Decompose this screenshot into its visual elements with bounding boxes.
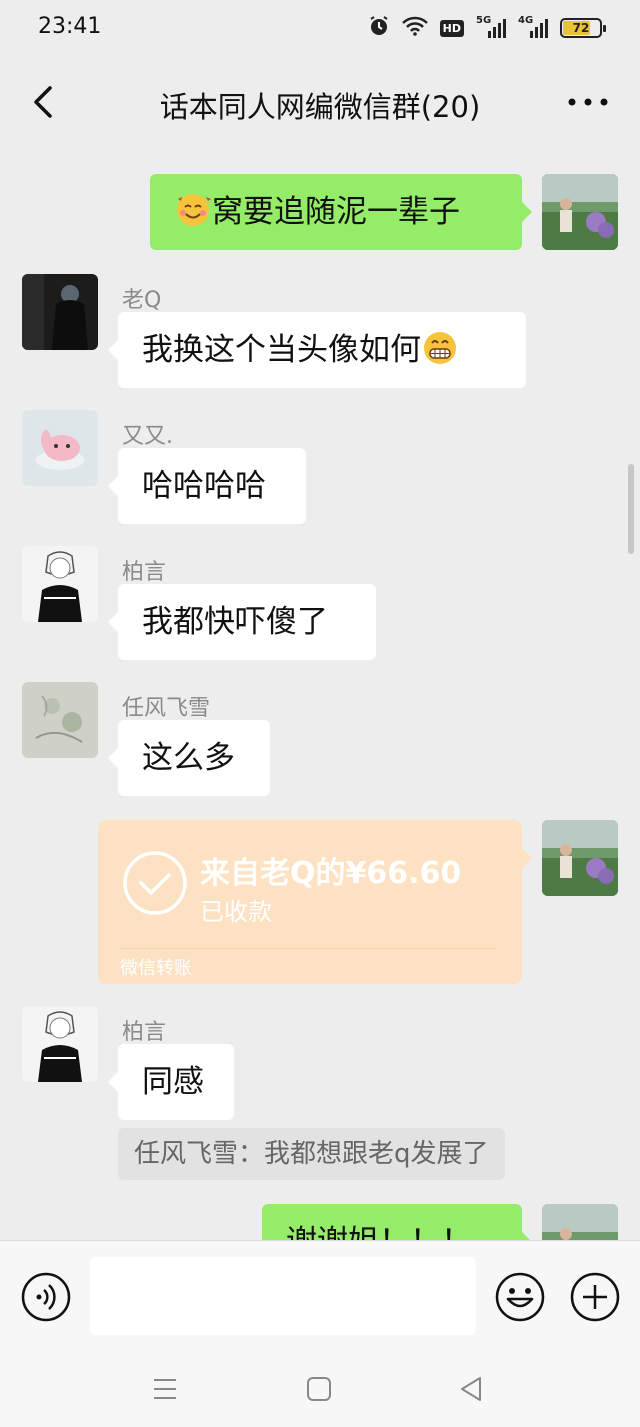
status-bar: 23:41 HD 5G 4G 72 (0, 0, 640, 56)
message-bubble-incoming[interactable]: 这么多 (108, 720, 270, 796)
quoted-message[interactable]: 任风飞雪：我都想跟老q发展了 (118, 1128, 505, 1180)
status-time: 23:41 (38, 14, 102, 39)
emoji-icon[interactable] (494, 1271, 546, 1323)
wifi-icon (401, 16, 428, 40)
alarm-icon (368, 15, 390, 41)
message-bubble-incoming[interactable]: 哈哈哈哈 (108, 448, 306, 524)
more-dots-icon[interactable] (566, 90, 610, 114)
message-text: 谢谢姐！！！ (286, 1224, 472, 1240)
message-bubble-incoming[interactable]: 我换这个当头像如何 (108, 312, 526, 388)
sender-name: 柏言 (122, 560, 167, 585)
hd-icon: HD (439, 19, 464, 37)
grinning-face-icon (421, 319, 459, 364)
voice-icon[interactable] (20, 1271, 72, 1323)
chat-header: 话本同人网编微信群(20) (0, 56, 640, 148)
battery-level: 72 (572, 21, 590, 35)
message-bubble-outgoing[interactable]: 谢谢姐！！！ (262, 1204, 532, 1240)
avatar[interactable] (542, 174, 618, 250)
message-bubble-incoming[interactable]: 我都快吓傻了 (108, 584, 376, 660)
home-icon[interactable] (304, 1374, 334, 1404)
transfer-amount: 来自老Q的¥66.60 (200, 856, 462, 891)
scrollbar[interactable] (628, 464, 634, 554)
input-bar (0, 1240, 640, 1352)
sender-name: 柏言 (122, 1020, 167, 1045)
back-triangle-icon[interactable] (456, 1374, 486, 1404)
avatar[interactable] (542, 1204, 618, 1240)
sender-name: 任风飞雪 (122, 696, 211, 721)
signal-4g-icon: 4G (518, 15, 548, 39)
message-text: 同感 (142, 1064, 204, 1100)
avatar[interactable] (22, 682, 98, 758)
message-text: 我都快吓傻了 (142, 604, 328, 640)
transfer-footer: 微信转账 (120, 958, 192, 979)
smiling-face-hearts-icon (174, 181, 212, 226)
chat-title: 话本同人网编微信群(20) (159, 90, 481, 124)
menu-icon[interactable] (150, 1374, 180, 1404)
message-text: 窝要追随泥一辈子 (212, 194, 460, 230)
message-text: 哈哈哈哈 (142, 468, 266, 504)
battery-icon: 72 (560, 18, 606, 38)
avatar[interactable] (542, 820, 618, 896)
avatar[interactable] (22, 274, 98, 350)
plus-icon[interactable] (569, 1271, 621, 1323)
check-circle-icon (122, 850, 188, 916)
sender-name: 老Q (122, 288, 162, 313)
system-navigation-bar (0, 1352, 640, 1427)
message-list[interactable]: 窝要追随泥一辈子 老Q 我换这个当头像如何 又又. 哈哈哈哈 柏言 我都快吓傻了… (0, 148, 640, 1240)
transfer-card[interactable]: 来自老Q的¥66.60 已收款 微信转账 (98, 820, 532, 984)
message-text: 我换这个当头像如何 (142, 332, 421, 368)
chat-screen: 23:41 HD 5G 4G 72 话本同人网编微信群(20) 窝要追随泥一辈子… (0, 0, 640, 1427)
message-input[interactable] (90, 1257, 476, 1335)
avatar[interactable] (22, 1006, 98, 1082)
status-icons: HD 5G 4G 72 (368, 14, 606, 42)
message-bubble-incoming[interactable]: 同感 (108, 1044, 234, 1120)
sender-name: 又又. (122, 424, 173, 449)
signal-5g-icon: 5G (476, 15, 506, 39)
divider (120, 948, 496, 949)
message-text: 这么多 (142, 740, 235, 776)
transfer-status: 已收款 (200, 898, 272, 926)
avatar[interactable] (22, 410, 98, 486)
message-bubble-outgoing[interactable]: 窝要追随泥一辈子 (150, 174, 532, 250)
avatar[interactable] (22, 546, 98, 622)
